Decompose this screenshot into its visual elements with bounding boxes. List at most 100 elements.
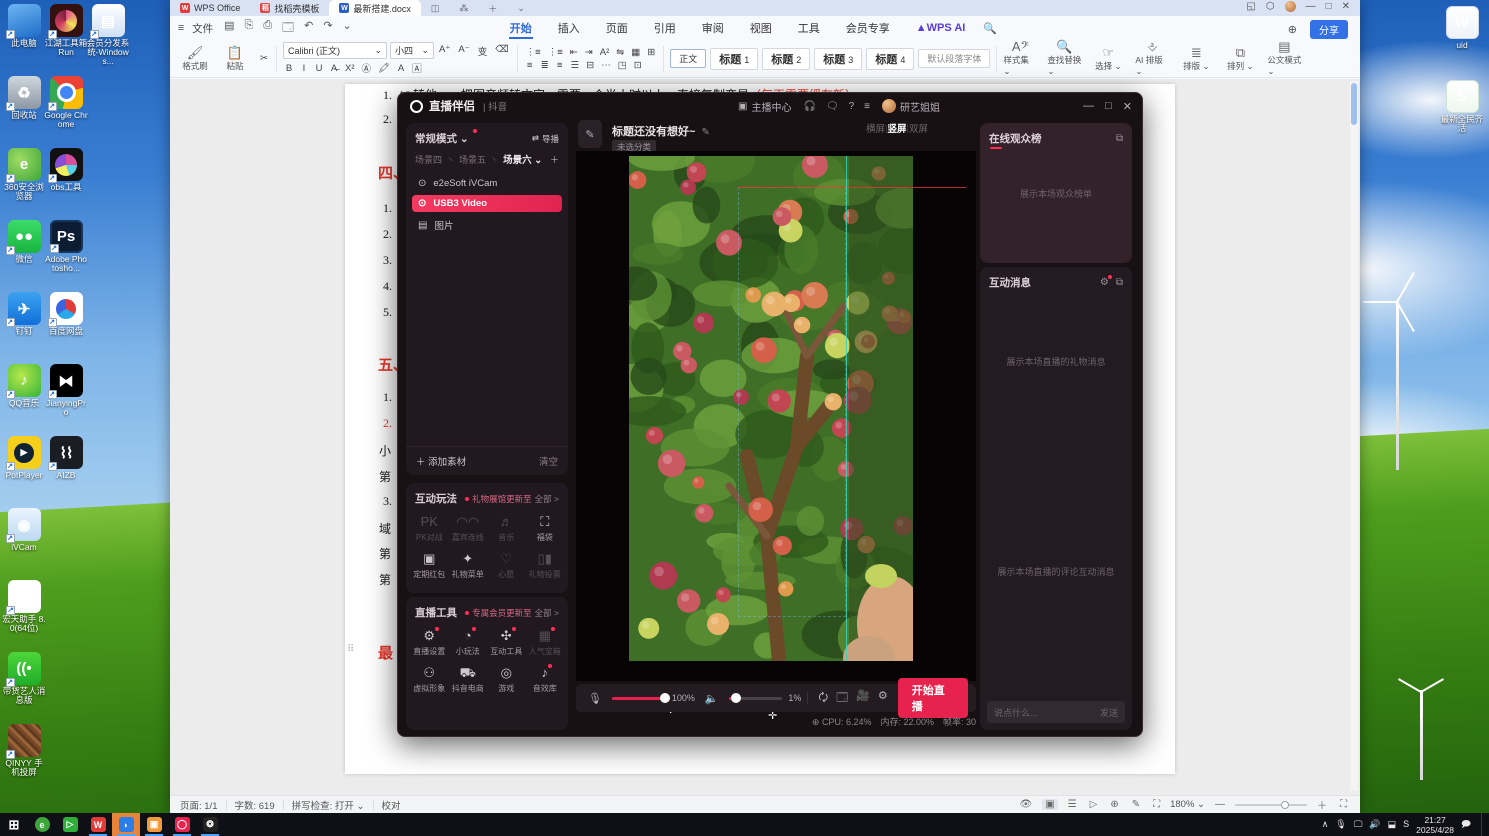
style-标题[interactable]: 标题 2 xyxy=(762,47,811,70)
fit-page-icon[interactable]: ⛶ xyxy=(1337,799,1350,810)
desktop-icon-dingtalk[interactable]: ✈ ↗ 钉钉 xyxy=(2,292,46,336)
play-icon[interactable]: ▷ xyxy=(1087,799,1101,810)
edit-title-icon[interactable]: ✎ xyxy=(701,127,709,138)
desktop-icon-wechat[interactable]: ●● ↗ 微信 xyxy=(2,220,46,264)
paste-button[interactable]: 📋 粘贴 xyxy=(218,45,252,72)
wps-minimize-button[interactable]: — xyxy=(1306,1,1316,12)
desktop-icon-photoshop[interactable]: Ps ↗ Adobe Photosho... xyxy=(44,220,88,273)
format-button[interactable]: Ⓐ xyxy=(360,61,374,75)
format-button[interactable]: U xyxy=(313,63,325,74)
popout-icon[interactable]: ⧉ xyxy=(1116,277,1123,288)
font-name-select[interactable]: Calibri (正文) ⌄ xyxy=(283,42,387,59)
orientation-竖屏[interactable]: 竖屏 xyxy=(887,121,906,135)
desktop-icon-this-pc[interactable]: ↗ 此电脑 xyxy=(2,4,46,48)
live-minimize-button[interactable]: — xyxy=(1083,100,1094,112)
desktop-icon-qinyy-screencast[interactable]: ↗ QINYY 手机投屏 xyxy=(2,724,46,777)
ribbon-tab-引用[interactable]: 引用 xyxy=(641,16,689,40)
paragraph-button[interactable]: ≡ xyxy=(554,60,566,71)
document-scrollbar-thumb[interactable] xyxy=(1351,83,1357,125)
scene-tab-场景四[interactable]: 场景四 xyxy=(415,153,442,166)
desktop-icon-hongtian-helper[interactable]: iU ↗ 宏天助手 8.0(64位) xyxy=(2,580,46,633)
live-tools-all-link[interactable]: 全部 > xyxy=(535,607,559,619)
desktop-icon-potplayer[interactable]: ↗PotPlayer xyxy=(2,436,46,480)
feature-虚拟形象[interactable]: ⚇ 虚拟形象 xyxy=(410,665,449,694)
layout-icon[interactable]: ⬡ xyxy=(1266,1,1275,12)
style-正文[interactable]: 正文 xyxy=(670,49,707,68)
preview-icon[interactable]: 🗔 xyxy=(277,19,299,38)
ribbon-tab-审阅[interactable]: 审阅 xyxy=(689,16,737,40)
wps-maximize-button[interactable]: □ xyxy=(1326,1,1332,12)
taskbar-360-browser[interactable]: e xyxy=(28,813,56,836)
paragraph-button[interactable]: ▦ xyxy=(629,47,642,58)
status-spellcheck[interactable]: 拼写检查: 打开 ⌄ xyxy=(292,798,365,812)
font-tool-button[interactable]: ⌫ xyxy=(493,44,510,58)
stream-title[interactable]: 标题还没有想好~ ✎ xyxy=(612,123,710,139)
orientation-双屏[interactable]: 双屏 xyxy=(909,121,928,135)
show-desktop-button[interactable] xyxy=(1481,813,1485,836)
start-button[interactable]: ⊞ xyxy=(0,813,28,836)
tab-wps-ai[interactable]: ▲ WPS AI xyxy=(903,16,979,40)
paragraph-button[interactable]: ⇤ xyxy=(568,47,580,58)
desktop-icon-jianying-pro[interactable]: ⧓ ↗ JianyingPro xyxy=(44,364,88,417)
director-mode-button[interactable]: ⇄ 导播 xyxy=(532,133,559,145)
anchor-center-button[interactable]: ▣ 主播中心 xyxy=(738,99,791,114)
zoom-level[interactable]: 180% ⌄ xyxy=(1170,799,1205,810)
feature-游戏[interactable]: ◎ 游戏 xyxy=(487,665,526,694)
feature-抖音电商[interactable]: ⛟ 抖音电商 xyxy=(449,665,488,694)
desktop-icon-aizb[interactable]: ⌇⌇ ↗ AIZB xyxy=(44,436,88,480)
pen-icon[interactable]: ✎ xyxy=(1129,799,1143,810)
add-scene-button[interactable]: ＋ xyxy=(550,153,559,166)
查找替换-button[interactable]: 🔍 查找替换 ⌄ xyxy=(1047,40,1081,77)
cut-button[interactable]: ✂ xyxy=(258,53,270,64)
print-icon[interactable]: ⎙ xyxy=(258,19,277,38)
outline-view-icon[interactable]: ☰ xyxy=(1065,799,1080,810)
style-标题[interactable]: 标题 3 xyxy=(814,47,863,70)
layout-icon[interactable]: ◱ xyxy=(1246,1,1255,12)
document-scrollbar[interactable] xyxy=(1350,81,1358,791)
more-icon[interactable]: ⌄ xyxy=(338,19,357,38)
live-maximize-button[interactable]: □ xyxy=(1105,100,1112,112)
export-icon[interactable]: ⎘ xyxy=(240,19,259,38)
taskbar-wps[interactable]: W xyxy=(84,813,112,836)
desktop-icon-obs-tool[interactable]: ↗ obs工具 xyxy=(44,148,88,192)
mirror-icon[interactable]: 🗘 xyxy=(814,689,832,708)
eye-icon[interactable]: 👁 xyxy=(1016,799,1035,810)
style-标题[interactable]: 标题 4 xyxy=(866,47,915,70)
feature-心愿[interactable]: ♡ 心愿 xyxy=(487,551,526,580)
mic-slider[interactable] xyxy=(611,692,670,703)
focus-mode-icon[interactable]: ⛶ xyxy=(1150,799,1163,810)
zoom-out-button[interactable]: — xyxy=(1212,799,1228,810)
paragraph-button[interactable]: ≣ xyxy=(539,60,551,71)
notification-icon[interactable]: 🗩 xyxy=(1461,817,1471,833)
popout-icon[interactable]: ⧉ xyxy=(1116,133,1123,144)
paragraph-button[interactable]: ⇋ xyxy=(614,47,626,58)
user-account[interactable]: 研艺姐姐 xyxy=(882,99,940,114)
tab-tool-icon[interactable]: ⁂ xyxy=(449,0,478,16)
file-menu[interactable]: 文件 xyxy=(192,21,213,36)
feature-小玩法[interactable]: ◔ 小玩法 xyxy=(449,627,488,657)
menu-icon[interactable]: ≡ xyxy=(864,101,870,112)
feature-PK对战[interactable]: PK PK对战 xyxy=(410,514,449,543)
desktop-icon-google-chrome[interactable]: ↗ Google Chrome xyxy=(44,76,88,129)
ribbon-tab-工具[interactable]: 工具 xyxy=(785,16,833,40)
ribbon-tab-会员专享[interactable]: 会员专享 xyxy=(833,16,903,40)
feature-音乐[interactable]: ♬ 音乐 xyxy=(487,514,526,543)
desktop-icon-member-dispatch-system[interactable]: ▤ ↗ 会员分发系统-Windows... xyxy=(86,4,130,66)
taskbar-live-companion[interactable]: ◯ xyxy=(168,813,196,836)
live-close-button[interactable]: ✕ xyxy=(1123,100,1132,113)
taskbar-clock[interactable]: 21:27 2025/4/28 xyxy=(1416,815,1454,835)
选择-button[interactable]: ☞ 选择 ⌄ xyxy=(1091,45,1125,72)
ribbon-tab-开始[interactable]: 开始 xyxy=(497,16,545,40)
format-button[interactable]: A xyxy=(395,63,407,74)
font-size-select[interactable]: 小四 ⌄ xyxy=(390,42,434,59)
tray-volume-icon[interactable]: 🔊 xyxy=(1369,819,1380,830)
mode-select[interactable]: 常规模式 ⌄ xyxy=(415,129,477,146)
排列-button[interactable]: ⧉ 排列 ⌄ xyxy=(1223,45,1257,72)
font-tool-button[interactable]: 变 xyxy=(476,44,490,58)
paragraph-button[interactable]: ⋮≡ xyxy=(546,47,565,58)
paragraph-button[interactable]: ⊞ xyxy=(645,47,657,58)
feature-福袋[interactable]: ⛶ 福袋 xyxy=(526,514,565,543)
source-item[interactable]: ⊙ USB3 Video xyxy=(412,195,562,212)
style-标题[interactable]: 标题 1 xyxy=(710,47,759,70)
paragraph-button[interactable]: ≡ xyxy=(524,60,536,71)
